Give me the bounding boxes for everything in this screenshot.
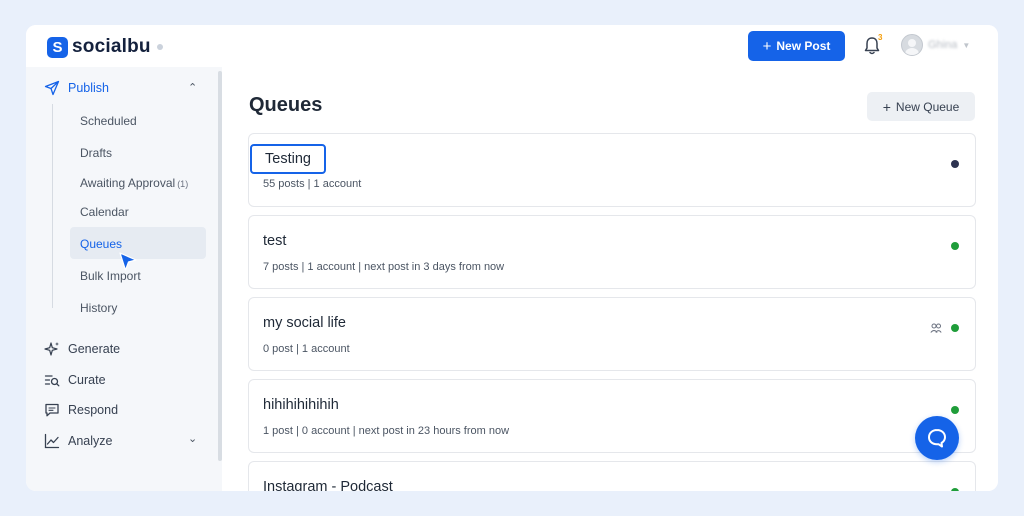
sidebar-item-scheduled[interactable]: Scheduled	[80, 114, 137, 128]
status-dot-icon	[951, 324, 959, 332]
socialbu-logo-icon: S	[47, 36, 68, 58]
users-icon	[930, 323, 942, 333]
send-icon	[44, 80, 60, 96]
queue-name[interactable]: test	[263, 233, 286, 249]
mouse-cursor-icon	[119, 252, 137, 271]
avatar	[901, 34, 923, 56]
page-title: Queues	[249, 94, 323, 116]
chevron-up-icon[interactable]: ⌃	[188, 81, 197, 94]
sidebar-item-generate[interactable]: Generate	[44, 341, 120, 357]
sidebar-item-label: Generate	[68, 342, 121, 356]
new-post-button[interactable]: + New Post	[748, 31, 845, 61]
status-dot-icon	[951, 160, 959, 168]
main-content: Queues + New Queue Testing 55 posts | 1 …	[222, 67, 998, 491]
sidebar-item-label: Scheduled	[80, 114, 137, 128]
queue-card-test[interactable]: test 7 posts | 1 account | next post in …	[248, 215, 976, 289]
queue-name[interactable]: Instagram - Podcast	[263, 479, 393, 491]
sidebar-item-history[interactable]: History	[80, 301, 117, 315]
queue-card-hihihihihihih[interactable]: hihihihihihih 1 post | 0 account | next …	[248, 379, 976, 453]
queue-meta: 0 post | 1 account	[263, 343, 350, 355]
sidebar-item-publish[interactable]: Publish	[44, 80, 109, 96]
queue-card-my-social-life[interactable]: my social life 0 post | 1 account	[248, 297, 976, 371]
logo[interactable]: S socialbu	[47, 36, 163, 58]
sidebar-item-label: Drafts	[80, 146, 113, 160]
sidebar-item-label: Respond	[68, 403, 119, 417]
user-menu[interactable]: Ghina ▼	[901, 34, 970, 56]
user-name: Ghina	[928, 39, 958, 51]
curate-search-icon	[44, 375, 60, 387]
sidebar-item-label: History	[80, 301, 118, 315]
sidebar-item-queues[interactable]: Queues	[80, 237, 122, 251]
new-queue-button[interactable]: + New Queue	[867, 92, 975, 121]
sidebar-item-analyze[interactable]: Analyze	[44, 433, 112, 449]
approval-count: (1)	[177, 179, 189, 189]
tree-line	[52, 104, 53, 308]
plus-icon: +	[762, 37, 772, 55]
help-chat-button[interactable]	[915, 416, 959, 460]
queue-name[interactable]: Testing	[250, 144, 326, 174]
queue-name[interactable]: my social life	[263, 315, 346, 331]
queue-meta: 55 posts | 1 account	[263, 178, 362, 190]
sidebar: Publish ⌃ Scheduled Drafts Awaiting Appr…	[26, 67, 222, 491]
sidebar-item-calendar[interactable]: Calendar	[80, 205, 129, 219]
chat-bubble-icon	[928, 429, 946, 448]
sparkles-icon	[44, 342, 59, 356]
brand-name: socialbu	[72, 36, 151, 57]
queue-meta: 7 posts | 1 account | next post in 3 day…	[263, 261, 505, 273]
sidebar-item-label: Calendar	[80, 205, 129, 219]
queue-meta: 1 post | 0 account | next post in 23 hou…	[263, 425, 510, 437]
status-dot-icon	[951, 488, 959, 491]
new-queue-label: New Queue	[895, 99, 960, 114]
queue-card-instagram-podcast[interactable]: Instagram - Podcast	[248, 461, 976, 491]
chevron-down-icon: ▼	[962, 40, 971, 50]
chevron-down-icon[interactable]: ⌄	[188, 432, 197, 445]
sidebar-item-respond[interactable]: Respond	[44, 402, 118, 418]
top-bar: S socialbu + New Post 3 Ghina ▼	[26, 25, 998, 67]
status-dot-icon	[951, 406, 959, 414]
sidebar-item-label: Analyze	[68, 434, 113, 448]
sidebar-item-label: Queues	[80, 237, 123, 251]
sidebar-item-label: Curate	[68, 373, 106, 387]
sidebar-item-curate[interactable]: Curate	[44, 372, 106, 388]
queue-card-testing[interactable]: Testing 55 posts | 1 account	[248, 133, 976, 207]
sidebar-item-label: Publish	[68, 81, 109, 95]
status-dot-icon	[156, 44, 163, 50]
chat-icon	[45, 403, 59, 417]
app-window: S socialbu + New Post 3 Ghina ▼ Publish …	[26, 25, 998, 491]
sidebar-item-label: Awaiting Approval	[80, 176, 176, 190]
sidebar-item-awaiting-approval[interactable]: Awaiting Approval (1)	[80, 176, 188, 190]
plus-icon: +	[882, 98, 891, 115]
chart-line-icon	[44, 433, 60, 449]
new-post-label: New Post	[776, 39, 831, 53]
notification-badge: 3	[878, 33, 883, 42]
sidebar-item-drafts[interactable]: Drafts	[80, 146, 112, 160]
status-dot-icon	[951, 242, 959, 250]
queue-name[interactable]: hihihihihihih	[263, 397, 339, 413]
